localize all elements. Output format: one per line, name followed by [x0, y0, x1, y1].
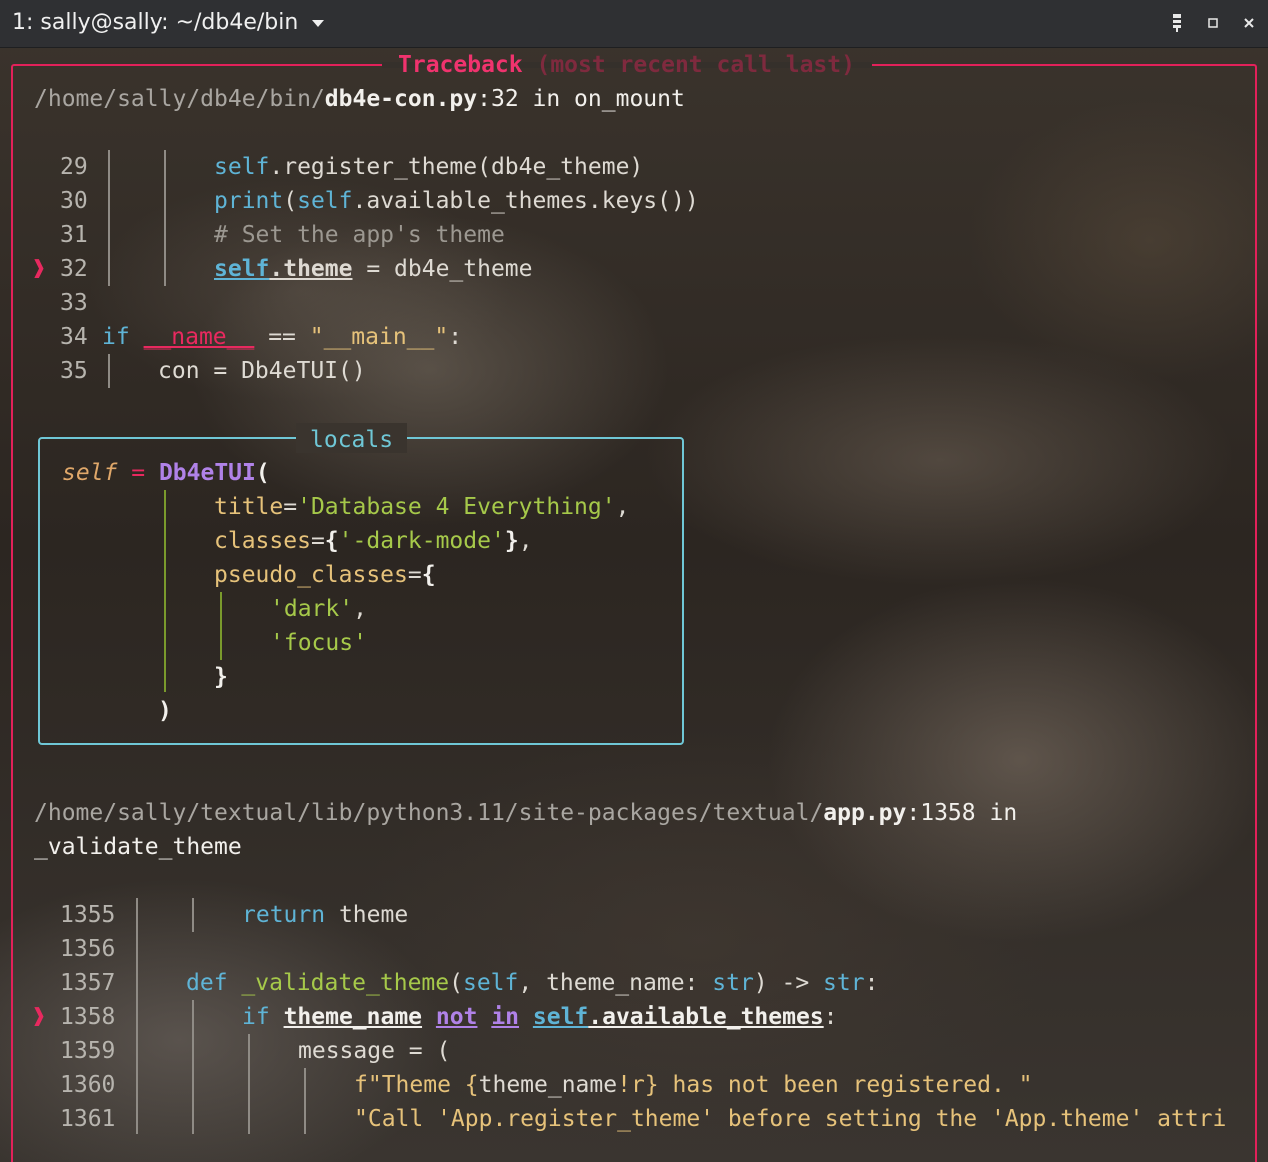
line-number-current: 1358: [60, 1004, 116, 1030]
window-title-dropdown[interactable]: 1: sally@sally: ~/db4e/bin: [12, 10, 325, 35]
frame1-location: /home/sally/db4e/bin/db4e-con.py:32 in o…: [34, 82, 685, 116]
close-icon[interactable]: [1238, 12, 1260, 34]
line-number: 1360: [60, 1072, 116, 1098]
code-line: f"Theme {theme_name!r} has not been regi…: [354, 1072, 1033, 1098]
code-line: message = (: [298, 1038, 451, 1064]
code-line: return theme: [242, 902, 409, 928]
indent-guide: [248, 1034, 250, 1134]
terminal-menu-icon[interactable]: [1166, 12, 1188, 34]
frame1-lineinfo: :32 in on_mount: [477, 86, 685, 112]
line-number: 31: [60, 222, 88, 248]
code-line: con = Db4eTUI(): [158, 358, 366, 384]
line-number: 1356: [60, 936, 116, 962]
locals-title: locals: [296, 423, 408, 453]
line-number: 1359: [60, 1038, 116, 1064]
locals-indent-guide: [220, 592, 222, 660]
traceback-title: Traceback (most recent call last): [384, 48, 869, 82]
line-number: 33: [60, 290, 88, 316]
locals-pseudo-item: 'dark',: [270, 596, 367, 622]
frame2-lineinfo: :1358 in: [906, 800, 1018, 826]
line-number: 1355: [60, 902, 116, 928]
frame2-location: /home/sally/textual/lib/python3.11/site-…: [34, 796, 1017, 830]
code-line-current: if theme_name not in self.available_them…: [242, 1004, 838, 1030]
indent-guide: [192, 1000, 194, 1134]
line-number-current: 32: [60, 256, 88, 282]
locals-indent-guide: [164, 490, 166, 692]
indent-guide: [108, 354, 110, 388]
locals-pseudo-item: 'focus': [270, 630, 367, 656]
window-title: 1: sally@sally: ~/db4e/bin: [12, 10, 299, 35]
chevron-down-icon[interactable]: [312, 20, 325, 27]
line-number: 34: [60, 324, 88, 350]
locals-self-line: self = Db4eTUI(: [62, 460, 270, 486]
current-line-marker: ❱: [32, 1004, 46, 1030]
line-number: 1361: [60, 1106, 116, 1132]
locals-pseudo-attr: pseudo_classes={: [214, 562, 436, 588]
terminal-title-bar: 1: sally@sally: ~/db4e/bin: [0, 0, 1268, 48]
locals-classes-attr: classes={'-dark-mode'},: [214, 528, 533, 554]
current-line-marker: ❱: [32, 256, 46, 282]
code-comment: # Set the app's theme: [214, 222, 505, 248]
indent-guide: [164, 150, 166, 286]
code-line: self.register_theme(db4e_theme): [214, 154, 644, 180]
frame2-file: app.py: [823, 800, 907, 826]
frame2-function: _validate_theme: [34, 834, 242, 860]
line-number: 29: [60, 154, 88, 180]
traceback-title-main: Traceback: [398, 52, 523, 78]
code-line: def _validate_theme(self, theme_name: st…: [186, 970, 879, 996]
locals-close-brace: }: [214, 664, 228, 690]
line-number: 1357: [60, 970, 116, 996]
locals-close-paren: ): [158, 698, 172, 724]
indent-guide: [304, 1068, 306, 1134]
frame2-path: /home/sally/textual/lib/python3.11/site-…: [34, 800, 824, 826]
frame1-file: db4e-con.py: [324, 86, 478, 112]
maximize-icon[interactable]: [1202, 12, 1224, 34]
locals-title-attr: title='Database 4 Everything',: [214, 494, 630, 520]
code-line-current: self.theme = db4e_theme: [214, 256, 533, 282]
frame1-path: /home/sally/db4e/bin/: [34, 86, 325, 112]
line-number: 35: [60, 358, 88, 384]
indent-guide: [192, 898, 194, 932]
code-line: print(self.available_themes.keys()): [214, 188, 699, 214]
line-number: 30: [60, 188, 88, 214]
code-line: "Call 'App.register_theme' before settin…: [354, 1106, 1227, 1132]
indent-guide: [136, 898, 138, 1134]
code-line: if __name__ == "__main__":: [102, 324, 463, 350]
traceback-title-rest: (most recent call last): [522, 52, 855, 78]
indent-guide: [108, 150, 110, 286]
